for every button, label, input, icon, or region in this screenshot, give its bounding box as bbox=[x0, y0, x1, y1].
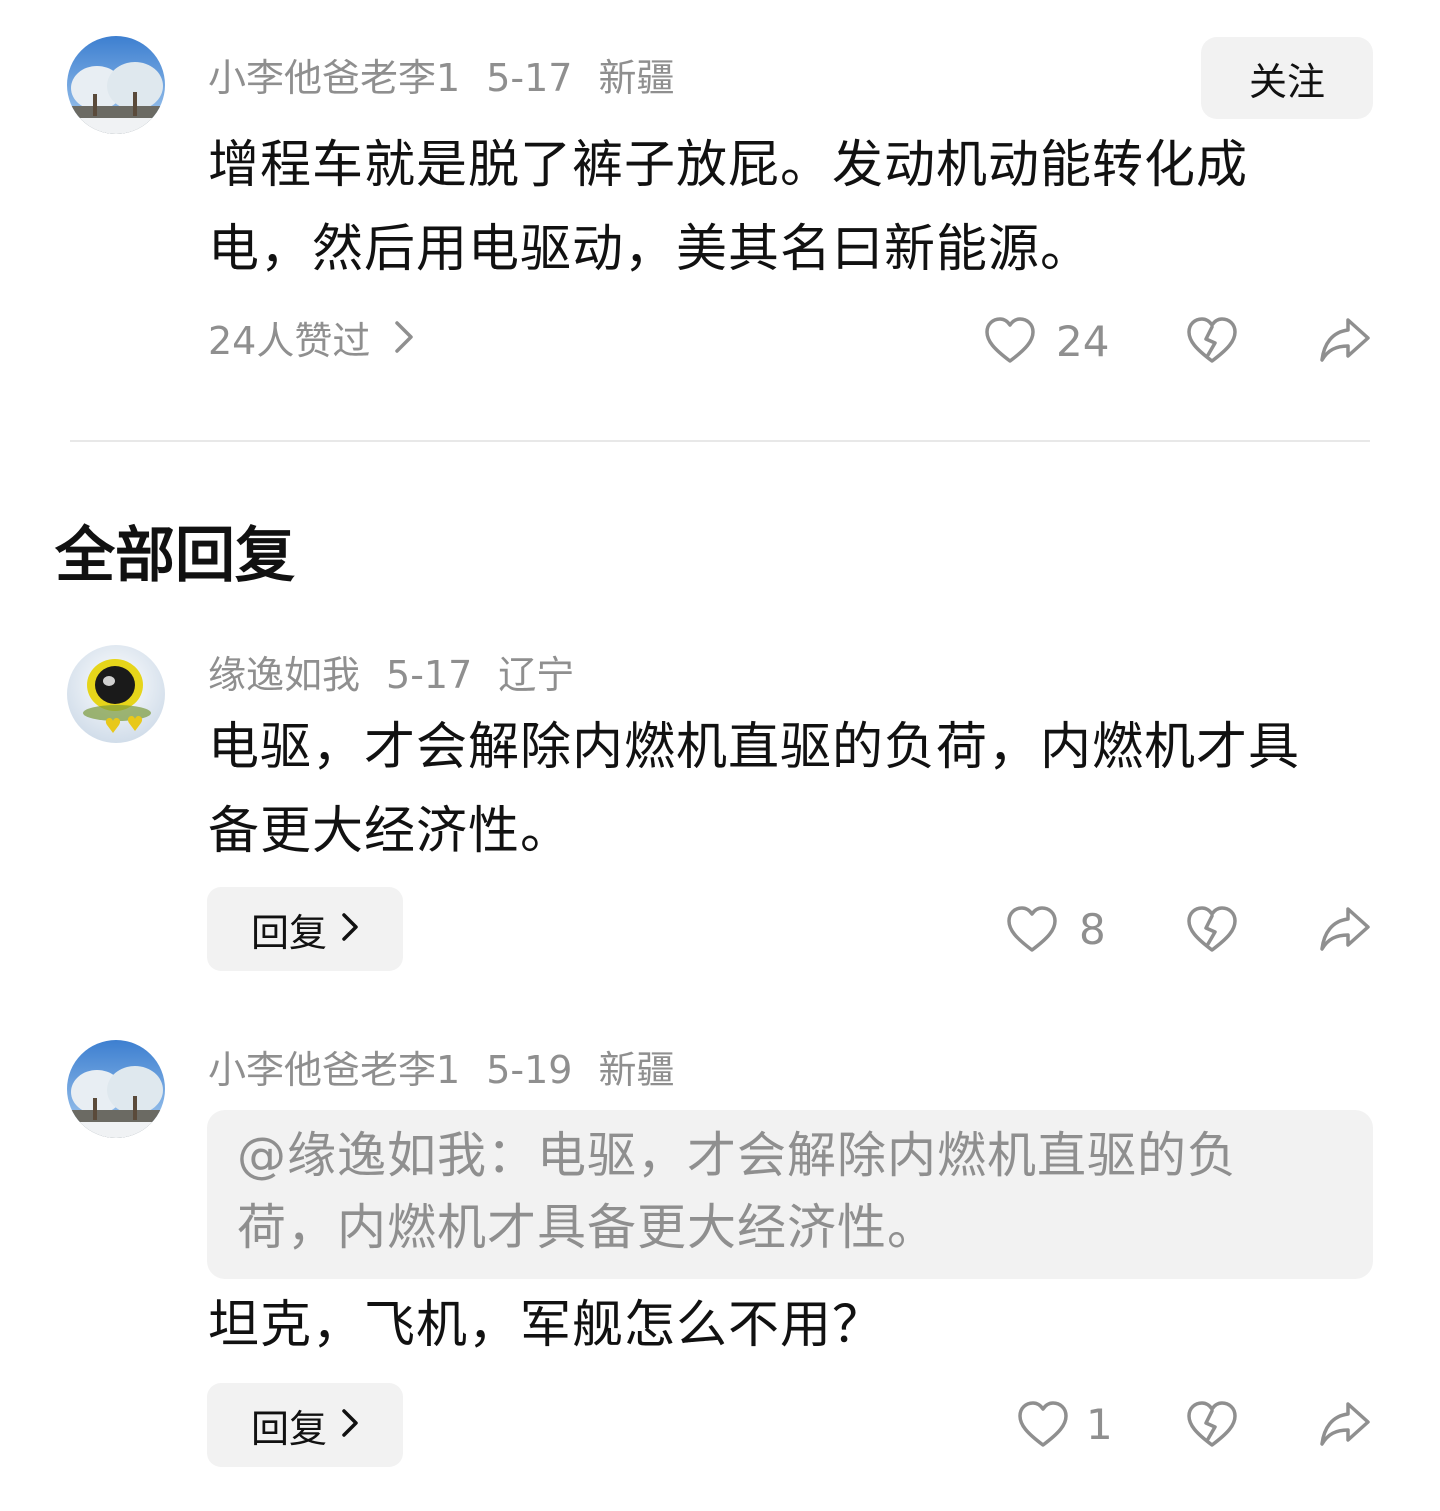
reply-meta: 缘逸如我 5-17 辽宁 bbox=[208, 651, 600, 699]
chevron-right-icon bbox=[341, 1403, 359, 1447]
reply-text: 电驱，才会解除内燃机直驱的负荷，内燃机才具备更大经济性。 bbox=[208, 718, 1301, 861]
quoted-text: @缘逸如我：电驱，才会解除内燃机直驱的负荷，内燃机才具备更大经济性。 bbox=[237, 1127, 1238, 1256]
reply-button[interactable]: 回复 bbox=[207, 887, 403, 971]
share-button[interactable] bbox=[1318, 1398, 1372, 1454]
like-count: 24 bbox=[1056, 317, 1110, 366]
like-button[interactable] bbox=[1006, 904, 1058, 960]
dislike-button[interactable] bbox=[1186, 904, 1238, 960]
share-arrow-icon bbox=[1318, 1398, 1372, 1454]
reply-button-label: 回复 bbox=[250, 1406, 327, 1451]
comment-meta: 小李他爸老李1 5-17 新疆 bbox=[208, 54, 700, 102]
reply-button[interactable]: 回复 bbox=[207, 1383, 403, 1467]
comment-text: 增程车就是脱了裤子放屁。发动机动能转化成电，然后用电驱动，美其名曰新能源。 bbox=[208, 136, 1249, 279]
heart-outline-icon bbox=[1006, 904, 1058, 960]
reply-text: 坦克，飞机，军舰怎么不用？ bbox=[208, 1296, 885, 1355]
dislike-button[interactable] bbox=[1186, 1399, 1238, 1455]
username[interactable]: 小李他爸老李1 bbox=[208, 56, 460, 100]
heart-outline-icon bbox=[1017, 1399, 1069, 1455]
reply-meta: 小李他爸老李1 5-19 新疆 bbox=[208, 1046, 700, 1094]
avatar[interactable] bbox=[67, 36, 165, 134]
chevron-right-icon bbox=[341, 907, 359, 951]
follow-button[interactable]: 关注 bbox=[1201, 37, 1373, 119]
username[interactable]: 小李他爸老李1 bbox=[208, 1048, 460, 1092]
likers-link[interactable]: 24人赞过 bbox=[208, 317, 414, 365]
broken-heart-icon bbox=[1186, 1399, 1238, 1455]
like-count: 8 bbox=[1079, 905, 1106, 954]
comment-date: 5-17 bbox=[486, 56, 573, 100]
likers-text: 24人赞过 bbox=[208, 319, 371, 363]
reply-location: 新疆 bbox=[598, 1048, 675, 1092]
share-button[interactable] bbox=[1318, 314, 1372, 370]
heart-outline-icon bbox=[984, 315, 1036, 371]
quoted-reply[interactable]: @缘逸如我：电驱，才会解除内燃机直驱的负荷，内燃机才具备更大经济性。 bbox=[207, 1110, 1373, 1279]
avatar[interactable] bbox=[67, 645, 165, 743]
like-button[interactable] bbox=[984, 315, 1036, 371]
comment-location: 新疆 bbox=[598, 56, 675, 100]
like-button[interactable] bbox=[1017, 1399, 1069, 1455]
avatar[interactable] bbox=[67, 1040, 165, 1138]
section-title: 全部回复 bbox=[55, 521, 295, 591]
username[interactable]: 缘逸如我 bbox=[208, 653, 360, 697]
like-count: 1 bbox=[1086, 1400, 1113, 1449]
share-button[interactable] bbox=[1318, 903, 1372, 959]
dislike-button[interactable] bbox=[1186, 315, 1238, 371]
share-arrow-icon bbox=[1318, 903, 1372, 959]
share-arrow-icon bbox=[1318, 314, 1372, 370]
broken-heart-icon bbox=[1186, 315, 1238, 371]
reply-location: 辽宁 bbox=[498, 653, 575, 697]
divider bbox=[70, 440, 1370, 442]
reply-date: 5-19 bbox=[486, 1048, 573, 1092]
broken-heart-icon bbox=[1186, 904, 1238, 960]
reply-date: 5-17 bbox=[386, 653, 473, 697]
chevron-right-icon bbox=[394, 317, 414, 365]
reply-button-label: 回复 bbox=[250, 910, 327, 955]
